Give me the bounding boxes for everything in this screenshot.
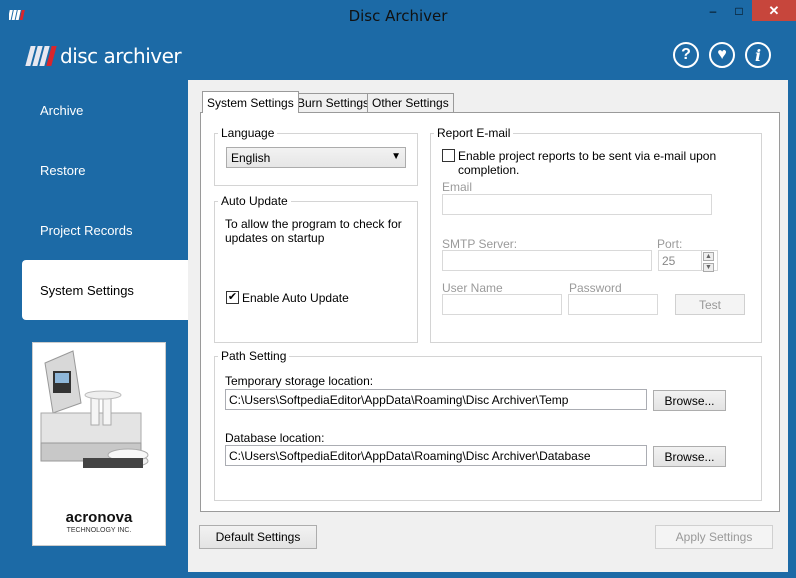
database-location-field[interactable]: C:\Users\SoftpediaEditor\AppData\Roaming… [225, 445, 647, 466]
path-setting-group-label: Path Setting [218, 349, 290, 363]
email-report-checkbox[interactable] [442, 149, 455, 162]
password-field[interactable] [568, 294, 658, 315]
spin-up-icon[interactable]: ▲ [703, 252, 714, 261]
chevron-down-icon: ▼ [391, 151, 401, 162]
promo-sub: TECHNOLOGY INC. [66, 527, 132, 534]
app-header: disc archiver ? ♥ i [8, 30, 788, 80]
logo-bars-icon [25, 46, 57, 66]
window-title: Disc Archiver [348, 7, 448, 25]
language-group-label: Language [218, 126, 278, 140]
port-label: Port: [657, 237, 683, 251]
settings-content: System Settings Burn Settings Other Sett… [188, 80, 788, 572]
language-select[interactable]: English ▼ [226, 147, 406, 168]
port-spinner[interactable]: ▲ ▼ [701, 251, 715, 272]
email-report-checkbox-label: Enable project reports to be sent via e-… [458, 149, 717, 177]
temp-location-field[interactable]: C:\Users\SoftpediaEditor\AppData\Roaming… [225, 389, 647, 410]
smtp-server-label: SMTP Server: [442, 237, 518, 251]
temp-location-label: Temporary storage location: [225, 374, 374, 388]
promo-brand: acronova [65, 509, 133, 526]
email-field[interactable] [442, 194, 712, 215]
close-button[interactable]: ✕ [752, 0, 796, 21]
sidebar: Archive Restore Project Records System S… [8, 80, 188, 572]
promo-image: acronova TECHNOLOGY INC. [32, 342, 166, 546]
auto-update-checkbox-label: Enable Auto Update [242, 291, 349, 305]
logo-text: disc archiver [60, 44, 182, 68]
user-name-field[interactable] [442, 294, 562, 315]
password-label: Password [569, 281, 622, 295]
default-settings-button[interactable]: Default Settings [199, 525, 317, 549]
auto-update-description: To allow the program to check for update… [225, 217, 402, 245]
temp-browse-button[interactable]: Browse... [653, 390, 726, 411]
sidebar-item-archive[interactable]: Archive [8, 80, 188, 140]
language-select-value: English [231, 151, 271, 165]
report-email-group-label: Report E-mail [434, 126, 514, 140]
heart-icon[interactable]: ♥ [709, 42, 735, 68]
app-logo: disc archiver [25, 44, 182, 68]
info-icon[interactable]: i [745, 42, 771, 68]
sidebar-item-restore[interactable]: Restore [8, 140, 188, 200]
tab-burn-settings[interactable]: Burn Settings [292, 93, 375, 112]
database-browse-button[interactable]: Browse... [653, 446, 726, 467]
spin-down-icon[interactable]: ▼ [703, 263, 714, 272]
help-icon[interactable]: ? [673, 42, 699, 68]
port-value: 25 [662, 254, 676, 268]
tab-other-settings[interactable]: Other Settings [367, 93, 454, 112]
user-name-label: User Name [442, 281, 503, 295]
database-location-label: Database location: [225, 431, 325, 445]
auto-update-group-label: Auto Update [218, 194, 291, 208]
test-button[interactable]: Test [675, 294, 745, 315]
apply-settings-button[interactable]: Apply Settings [655, 525, 773, 549]
maximize-button[interactable]: □ [726, 0, 752, 21]
minimize-button[interactable]: – [700, 0, 726, 21]
email-label: Email [442, 180, 473, 194]
disc-publisher-image [33, 343, 165, 493]
tab-panel: Language English ▼ Auto Update To allow … [200, 112, 780, 512]
sidebar-item-system-settings[interactable]: System Settings [22, 260, 188, 320]
auto-update-checkbox[interactable]: ✔ [226, 291, 239, 304]
smtp-server-field[interactable] [442, 250, 652, 271]
title-bar: Disc Archiver – □ ✕ [0, 0, 796, 30]
sidebar-item-project-records[interactable]: Project Records [8, 200, 188, 260]
tab-system-settings[interactable]: System Settings [202, 91, 299, 113]
